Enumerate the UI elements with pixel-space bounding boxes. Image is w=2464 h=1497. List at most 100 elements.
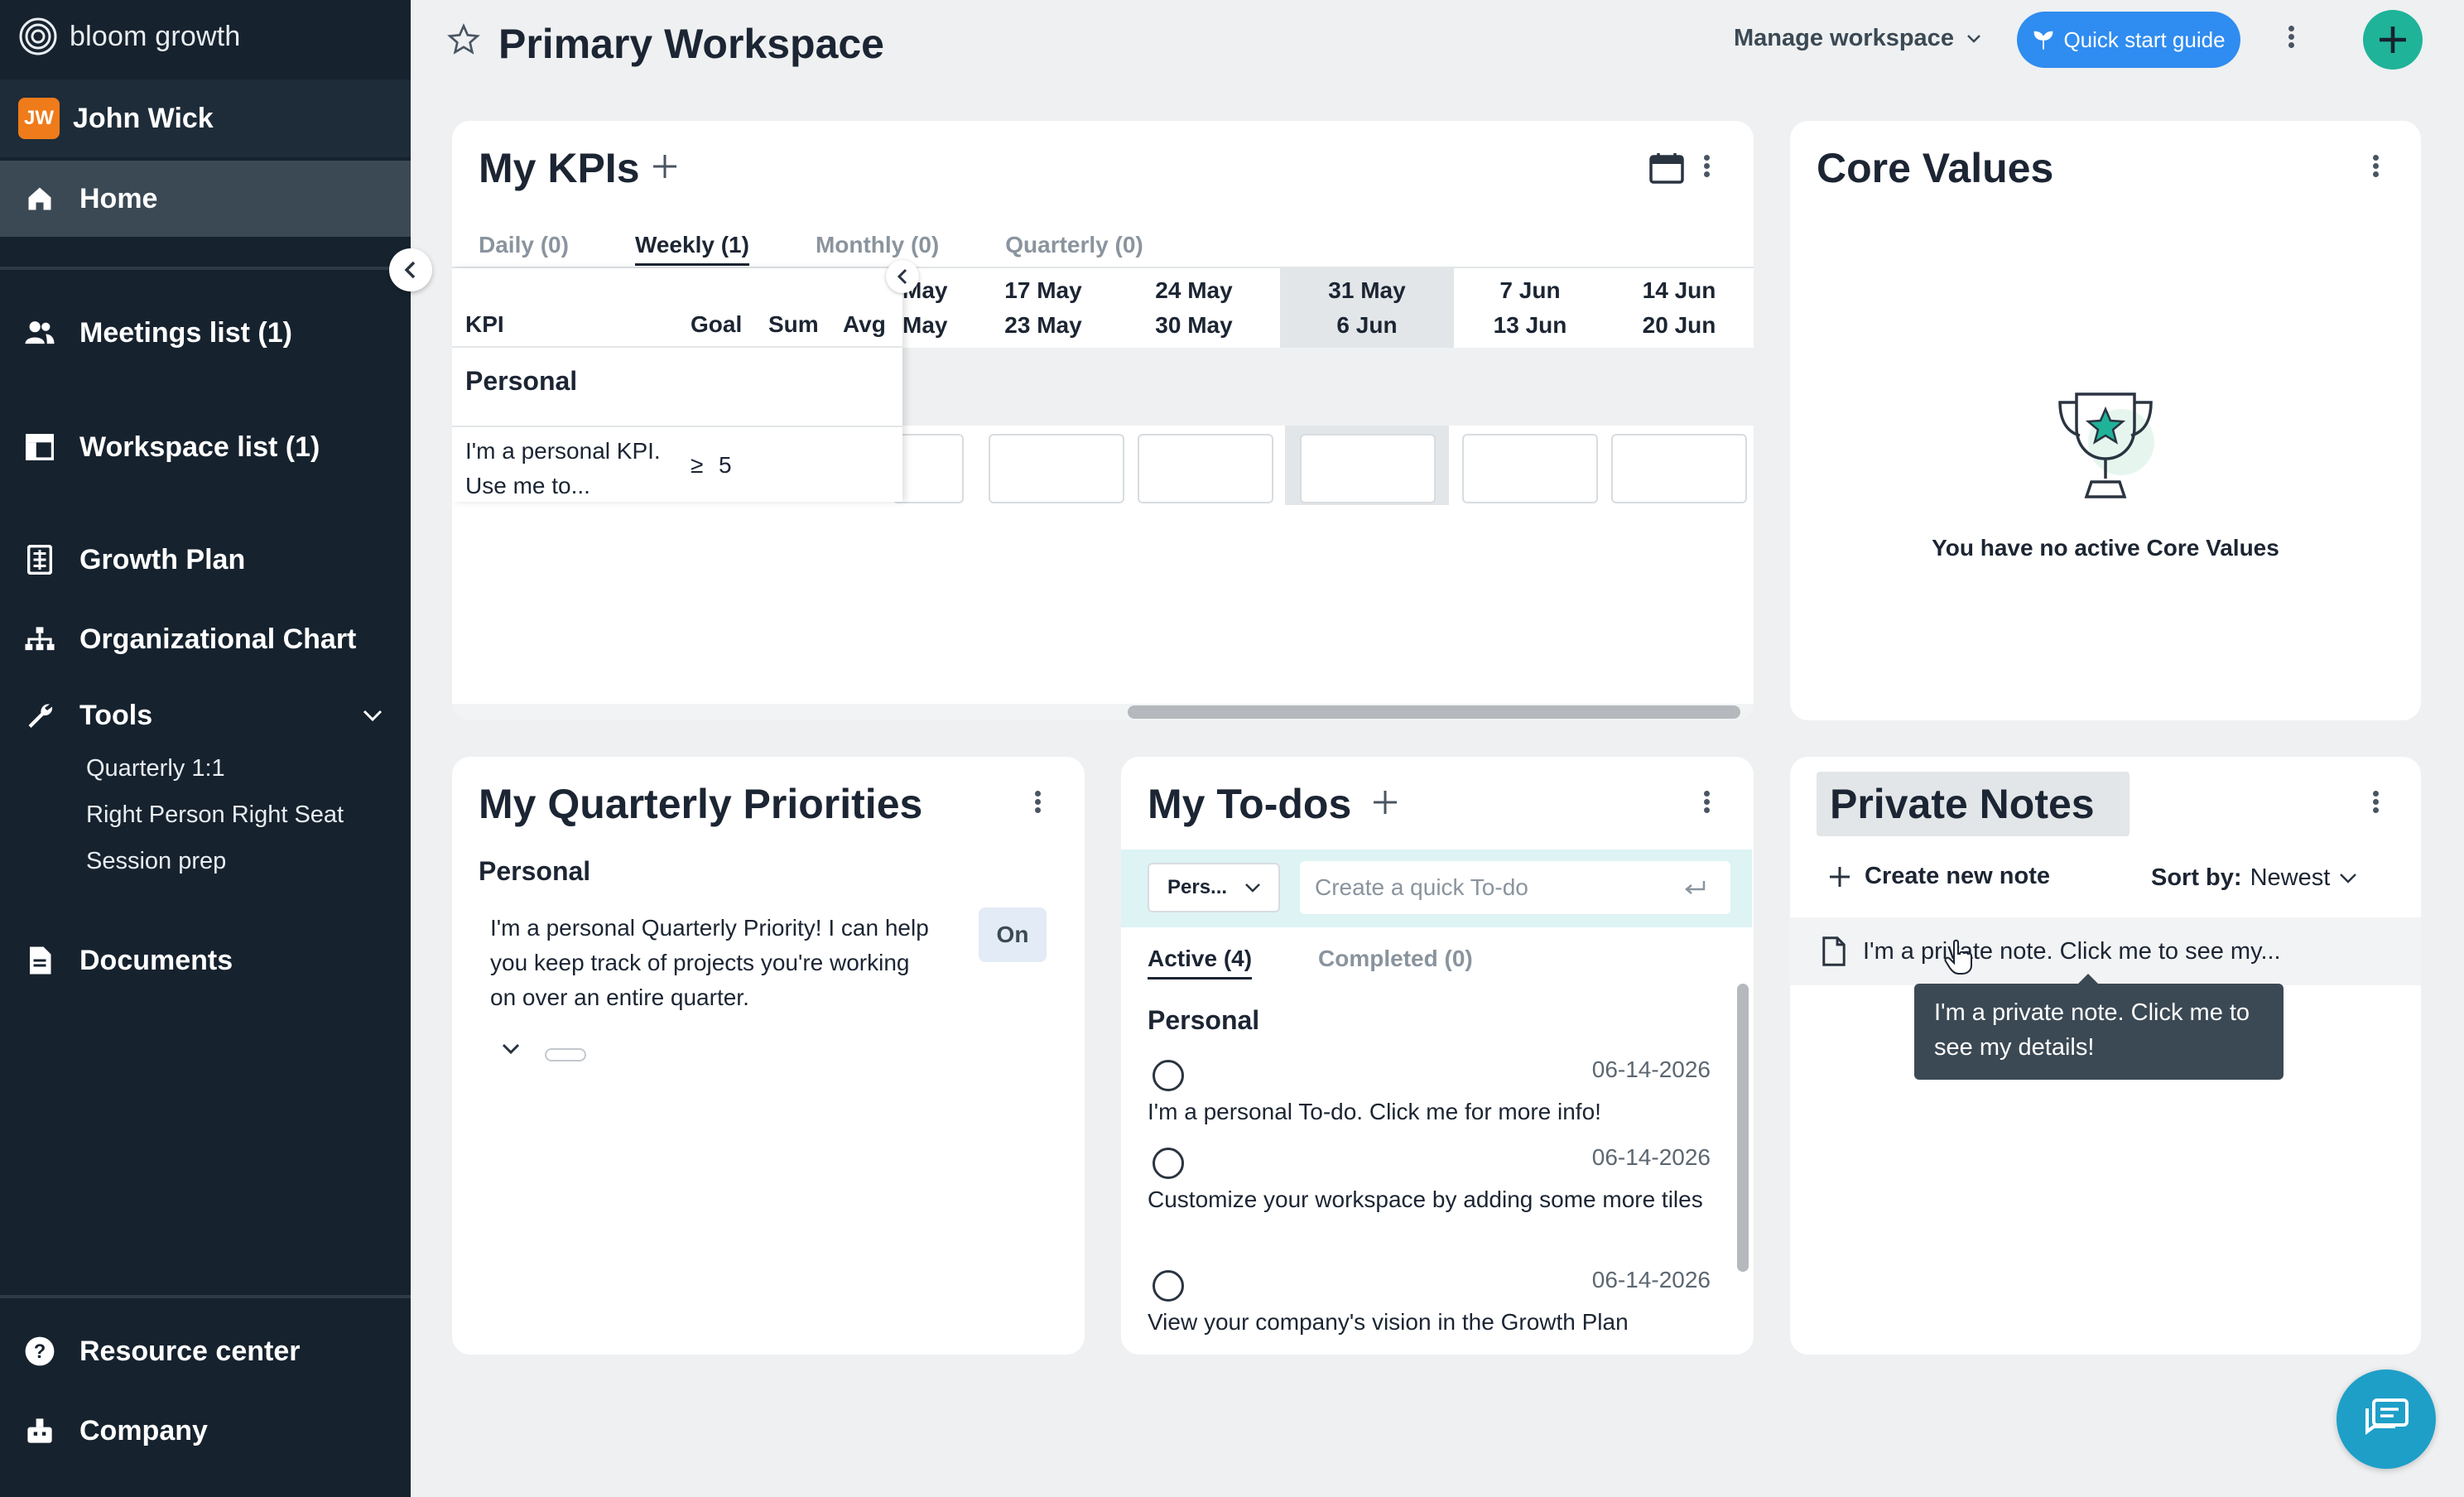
quick-todo-input[interactable]: Create a quick To-do [1300, 861, 1730, 914]
column-header-goal: Goal [691, 311, 743, 337]
calendar-icon[interactable] [1649, 152, 1684, 184]
status-badge[interactable]: On [979, 907, 1047, 962]
todo-due-date: 06-14-2026 [1591, 1057, 1711, 1082]
sidebar-item-label: Meetings list (1) [79, 316, 292, 349]
horizontal-scrollbar-thumb[interactable] [1128, 705, 1740, 719]
week-from: 17 May [1004, 277, 1082, 303]
divider [0, 267, 411, 270]
kpi-group-label: Personal [465, 366, 578, 396]
column-header-avg: Avg [843, 311, 886, 337]
todo-due-date: 06-14-2026 [1591, 1267, 1711, 1292]
note-list-item[interactable]: I'm a private note. Click me to see my..… [1790, 917, 2421, 985]
more-options-icon[interactable] [2288, 23, 2294, 51]
column-header-kpi: KPI [465, 311, 504, 337]
tab-weekly[interactable]: Weekly (1) [634, 232, 749, 266]
company-icon [23, 1414, 56, 1447]
document-icon [23, 944, 56, 977]
kpi-card-title: My KPIs [479, 145, 640, 191]
more-options-icon[interactable] [1035, 788, 1041, 816]
avatar: JW [18, 98, 60, 139]
quick-start-guide-button[interactable]: Quick start guide [2017, 12, 2240, 68]
score-input[interactable] [1611, 434, 1747, 503]
todo-text: Customize your workspace by adding some … [1148, 1187, 1703, 1212]
quick-todo-placeholder: Create a quick To-do [1315, 874, 1528, 900]
brand-logo[interactable]: bloom growth [18, 13, 241, 60]
divider [0, 1295, 411, 1298]
score-input[interactable] [989, 434, 1124, 503]
sidebar-item-label: Workspace list (1) [79, 431, 320, 463]
more-options-icon[interactable] [2373, 152, 2379, 180]
chevron-down-icon[interactable] [500, 1042, 522, 1057]
sidebar-item-label: Documents [79, 944, 233, 976]
more-options-icon[interactable] [1704, 788, 1710, 816]
list-item[interactable]: 06-14-2026 Customize your workspace by a… [1148, 1144, 1711, 1265]
todo-checkbox[interactable] [1153, 1060, 1184, 1091]
todo-text: View your company's vision in the Growth… [1148, 1309, 1629, 1335]
list-item[interactable]: 06-14-2026 View your company's vision in… [1148, 1267, 1711, 1353]
score-input[interactable] [1138, 434, 1273, 503]
create-note-button[interactable]: Create new note [1828, 863, 2050, 890]
vertical-scrollbar-thumb[interactable] [1737, 984, 1749, 1272]
score-input[interactable] [1300, 434, 1436, 503]
score-input[interactable] [893, 434, 964, 503]
scroll-left-button[interactable] [886, 260, 919, 293]
chat-support-button[interactable] [2336, 1369, 2436, 1469]
collapse-sidebar-button[interactable] [389, 248, 432, 291]
sidebar-item-label: Organizational Chart [79, 623, 357, 655]
sidebar-item-home[interactable]: Home [0, 161, 411, 237]
tab-active[interactable]: Active (4) [1148, 946, 1253, 980]
week-from: 24 May [1155, 277, 1233, 303]
todo-checkbox[interactable] [1153, 1270, 1184, 1302]
sidebar-item-workspaces[interactable]: Workspace list (1) [0, 409, 411, 485]
sort-dropdown[interactable]: Sort by: Newest [2151, 864, 2358, 892]
priority-item[interactable]: I'm a personal Quarterly Priority! I can… [490, 911, 937, 1015]
sprout-icon [2034, 31, 2053, 50]
tab-monthly[interactable]: Monthly (0) [816, 232, 939, 266]
enter-icon[interactable] [1682, 878, 1707, 898]
chevron-down-icon[interactable] [361, 708, 384, 723]
home-icon [23, 182, 56, 215]
kpi-tabs: Daily (0) Weekly (1) Monthly (0) Quarter… [479, 232, 1143, 266]
todo-checkbox[interactable] [1153, 1148, 1184, 1179]
tooltip-arrow [2078, 974, 2098, 984]
sidebar-subitem-session-prep[interactable]: Session prep [86, 848, 226, 875]
sidebar-item-org-chart[interactable]: Organizational Chart [0, 601, 411, 677]
owner-select-value: Pers... [1167, 876, 1228, 898]
core-values-title: Core Values [1817, 145, 2054, 191]
user-profile[interactable]: JW John Wick [0, 79, 411, 157]
sidebar-item-label: Home [79, 182, 158, 214]
divider [452, 346, 902, 348]
add-todo-icon[interactable] [1371, 788, 1399, 816]
sidebar-subitem-rprs[interactable]: Right Person Right Seat [86, 801, 344, 829]
sidebar-item-resource-center[interactable]: ? Resource center [0, 1313, 411, 1389]
star-favorite-icon[interactable] [447, 23, 480, 56]
progress-pill [545, 1048, 586, 1061]
list-item[interactable]: 06-14-2026 I'm a personal To-do. Click m… [1148, 1057, 1711, 1143]
sidebar-item-documents[interactable]: Documents [0, 922, 411, 999]
add-kpi-icon[interactable] [651, 152, 679, 181]
trophy-icon [2058, 392, 2154, 498]
tab-completed[interactable]: Completed (0) [1318, 946, 1473, 980]
owner-select[interactable]: Pers... [1148, 863, 1280, 912]
kpi-name[interactable]: I'm a personal KPI. Use me to... [465, 434, 672, 503]
score-input[interactable] [1462, 434, 1598, 503]
tab-daily[interactable]: Daily (0) [479, 232, 569, 266]
tab-quarterly[interactable]: Quarterly (0) [1005, 232, 1143, 266]
section-label: Personal [1148, 1005, 1260, 1035]
wrench-icon [23, 699, 56, 732]
workspace-icon [23, 431, 56, 464]
sidebar-item-meetings[interactable]: Meetings list (1) [0, 295, 411, 371]
more-options-icon[interactable] [2373, 788, 2379, 816]
more-options-icon[interactable] [1704, 152, 1710, 180]
manage-workspace-dropdown[interactable]: Manage workspace [1734, 25, 1982, 52]
sidebar-item-tools[interactable]: Tools [0, 677, 411, 753]
chevron-down-icon [1967, 34, 1980, 43]
people-icon [23, 316, 56, 349]
brand-name: bloom growth [70, 20, 241, 52]
sidebar-item-growth-plan[interactable]: Growth Plan [0, 522, 411, 598]
sidebar-item-company[interactable]: Company [0, 1393, 411, 1469]
sidebar-subitem-quarterly-1-1[interactable]: Quarterly 1:1 [86, 755, 225, 782]
page-title: Primary Workspace [498, 21, 884, 67]
add-button[interactable] [2363, 10, 2423, 70]
week-from: 7 Jun [1499, 277, 1561, 303]
